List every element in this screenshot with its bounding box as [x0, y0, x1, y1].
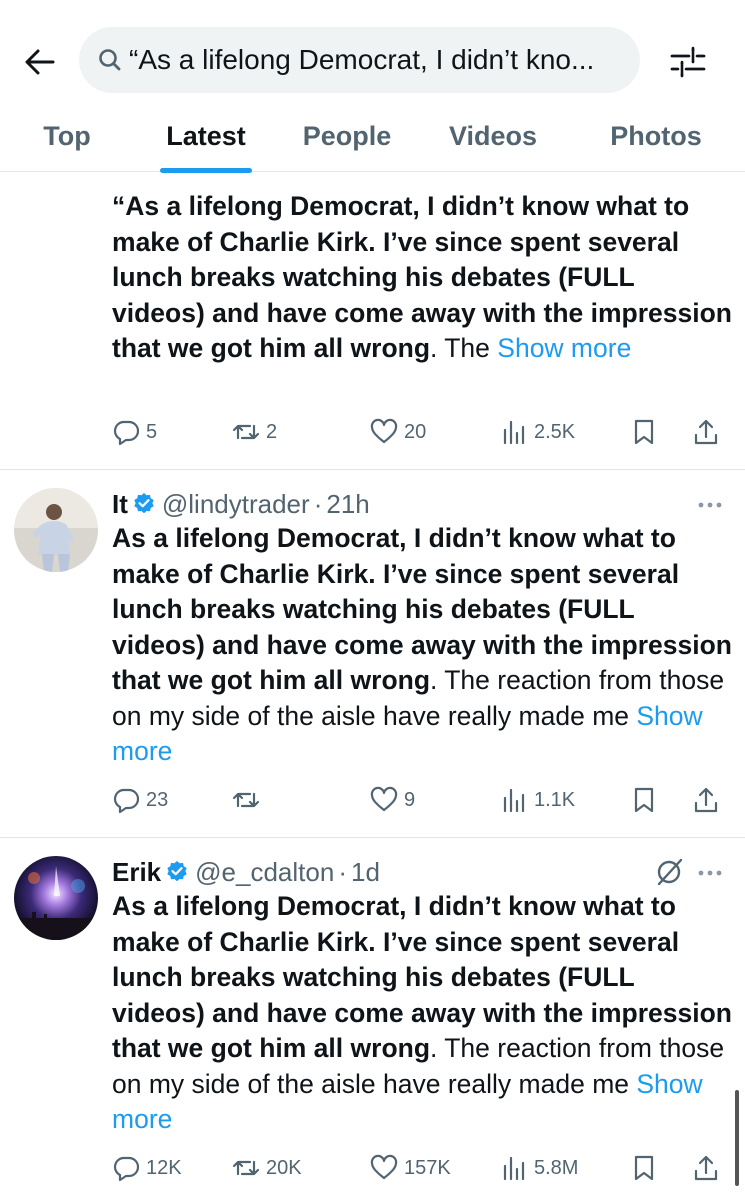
view-count: 1.1K	[534, 788, 576, 811]
bookmark-button[interactable]	[630, 412, 658, 452]
search-input[interactable]: “As a lifelong Democrat, I didn’t kno...	[79, 27, 640, 93]
avatar[interactable]	[14, 856, 98, 940]
tweet-actions: 12K 20K 157K 5.8M	[112, 1148, 732, 1188]
back-arrow-icon	[25, 49, 55, 75]
like-button[interactable]: 157K	[370, 1148, 451, 1188]
tweet-actions: 23 9 1.1K	[112, 780, 732, 820]
search-tabs: Top Latest People Videos Photos	[0, 100, 745, 173]
tab-people[interactable]: People	[290, 100, 404, 172]
tweet-text: As a lifelong Democrat, I didn’t know wh…	[112, 523, 732, 766]
bookmark-icon	[634, 787, 654, 813]
views-button[interactable]: 5.8M	[500, 1148, 578, 1188]
heart-icon	[370, 786, 398, 812]
grok-icon[interactable]	[653, 856, 685, 888]
reply-icon	[113, 788, 140, 814]
scrollbar[interactable]	[735, 1090, 739, 1186]
tweet-header: Erik @e_cdalton · 1d	[112, 854, 380, 890]
verified-badge-icon	[134, 493, 154, 514]
like-count: 157K	[404, 1156, 451, 1179]
search-header: “As a lifelong Democrat, I didn’t kno...…	[0, 0, 745, 173]
bookmark-button[interactable]	[630, 780, 658, 820]
reply-button[interactable]: 12K	[112, 1148, 182, 1188]
like-button[interactable]: 20	[370, 412, 426, 452]
timestamp[interactable]: 21h	[326, 489, 369, 520]
repost-button[interactable]: 20K	[232, 1148, 302, 1188]
heart-icon	[370, 1154, 398, 1180]
user-handle[interactable]: @e_cdalton	[195, 857, 334, 888]
tab-top[interactable]: Top	[28, 100, 106, 172]
reply-count: 12K	[146, 1156, 182, 1179]
reply-icon	[113, 420, 140, 446]
bookmark-icon	[634, 1155, 654, 1181]
timestamp[interactable]: 1d	[351, 857, 380, 888]
tab-photos[interactable]: Photos	[596, 100, 716, 172]
repost-icon	[232, 424, 260, 440]
tweet[interactable]: It @lindytrader · 21h As a lifelong Demo…	[0, 470, 745, 838]
view-count: 2.5K	[534, 420, 576, 443]
views-button[interactable]: 2.5K	[500, 412, 575, 452]
share-button[interactable]	[692, 780, 720, 820]
more-dots-icon[interactable]	[695, 495, 725, 515]
display-name[interactable]: It	[112, 489, 128, 520]
repost-icon	[232, 1160, 260, 1176]
tab-videos[interactable]: Videos	[437, 100, 549, 172]
tweet[interactable]: “As a lifelong Democrat, I didn’t know w…	[0, 172, 745, 470]
views-button[interactable]: 1.1K	[500, 780, 575, 820]
views-chart-icon	[503, 788, 525, 813]
search-query-text: “As a lifelong Democrat, I didn’t kno...	[129, 44, 595, 75]
reply-icon	[113, 1156, 140, 1182]
views-chart-icon	[503, 1156, 525, 1181]
bookmark-button[interactable]	[630, 1148, 658, 1188]
back-button[interactable]	[22, 44, 58, 80]
avatar-image	[14, 488, 98, 572]
repost-button[interactable]: 2	[232, 412, 277, 452]
tweet-actions: 5 2 20 2.5K	[112, 412, 732, 452]
share-icon	[694, 787, 718, 813]
repost-count: 20K	[266, 1156, 302, 1179]
show-more-link[interactable]: Show more	[497, 333, 631, 363]
separator-dot: ·	[338, 856, 347, 887]
tweet[interactable]: Erik @e_cdalton · 1d As a lifelong Democ…	[0, 838, 745, 1200]
reply-count: 23	[146, 788, 169, 811]
share-button[interactable]	[692, 1148, 720, 1188]
tab-latest[interactable]: Latest	[150, 100, 262, 172]
display-name[interactable]: Erik	[112, 857, 161, 888]
tweet-header: It @lindytrader · 21h	[112, 486, 370, 522]
repost-icon	[232, 792, 260, 808]
heart-icon	[370, 418, 398, 444]
filter-sliders-icon[interactable]	[669, 43, 707, 81]
like-count: 20	[404, 420, 427, 443]
tweet-text: As a lifelong Democrat, I didn’t know wh…	[112, 891, 732, 1134]
like-button[interactable]: 9	[370, 780, 415, 820]
repost-button[interactable]	[232, 780, 266, 820]
avatar-image	[14, 856, 98, 940]
search-icon	[99, 49, 121, 71]
avatar[interactable]	[14, 488, 98, 572]
reply-button[interactable]: 5	[112, 412, 157, 452]
bookmark-icon	[634, 419, 654, 445]
share-icon	[694, 419, 718, 445]
user-handle[interactable]: @lindytrader	[162, 489, 310, 520]
views-chart-icon	[503, 420, 525, 445]
tweet-text: “As a lifelong Democrat, I didn’t know w…	[112, 191, 732, 363]
share-icon	[694, 1155, 718, 1181]
reply-count: 5	[146, 420, 158, 443]
repost-count: 2	[266, 420, 278, 443]
separator-dot: ·	[313, 488, 323, 519]
like-count: 9	[404, 788, 416, 811]
share-button[interactable]	[692, 412, 720, 452]
verified-badge-icon	[167, 861, 187, 882]
reply-button[interactable]: 23	[112, 780, 168, 820]
view-count: 5.8M	[534, 1156, 579, 1179]
more-dots-icon[interactable]	[695, 863, 725, 883]
